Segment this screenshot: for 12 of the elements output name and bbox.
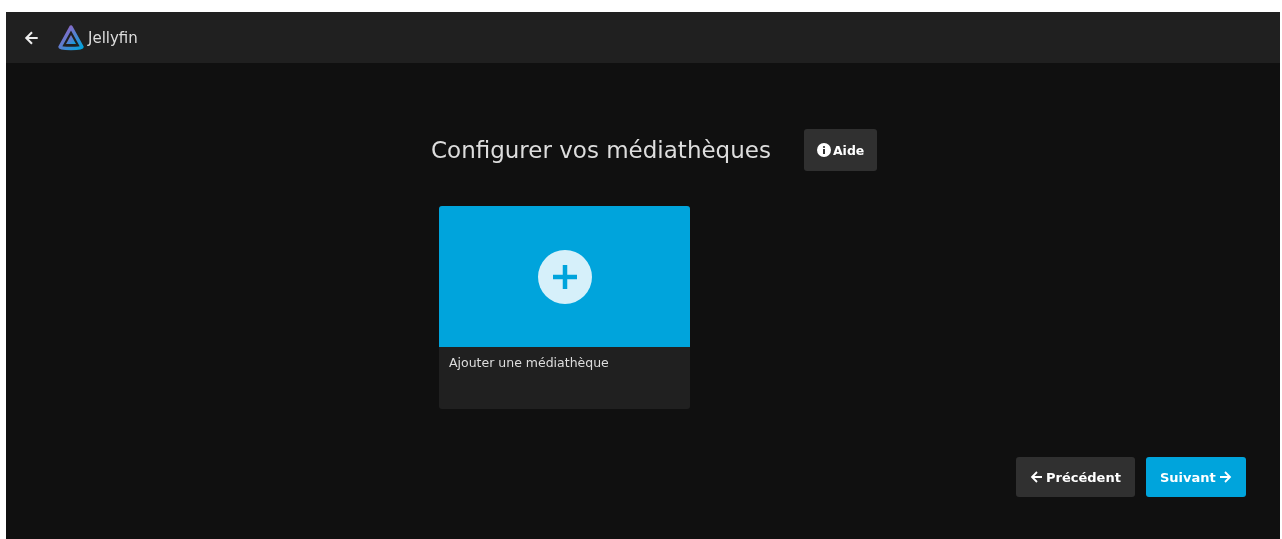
page-title: Configurer vos médiathèques [431,137,771,163]
previous-button[interactable]: Précédent [1016,457,1135,497]
logo-icon [58,24,84,51]
app-name: Jellyfin [88,28,138,47]
back-arrow-icon [24,29,40,46]
right-arrow-icon [1217,470,1232,484]
info-icon [816,143,831,157]
add-library-card[interactable]: Ajouter une médiathèque [439,206,690,409]
help-button[interactable]: Aide [803,129,878,171]
card-label: Ajouter une médiathèque [448,354,610,372]
plus-icon [537,249,592,304]
left-arrow-icon [1030,470,1044,484]
